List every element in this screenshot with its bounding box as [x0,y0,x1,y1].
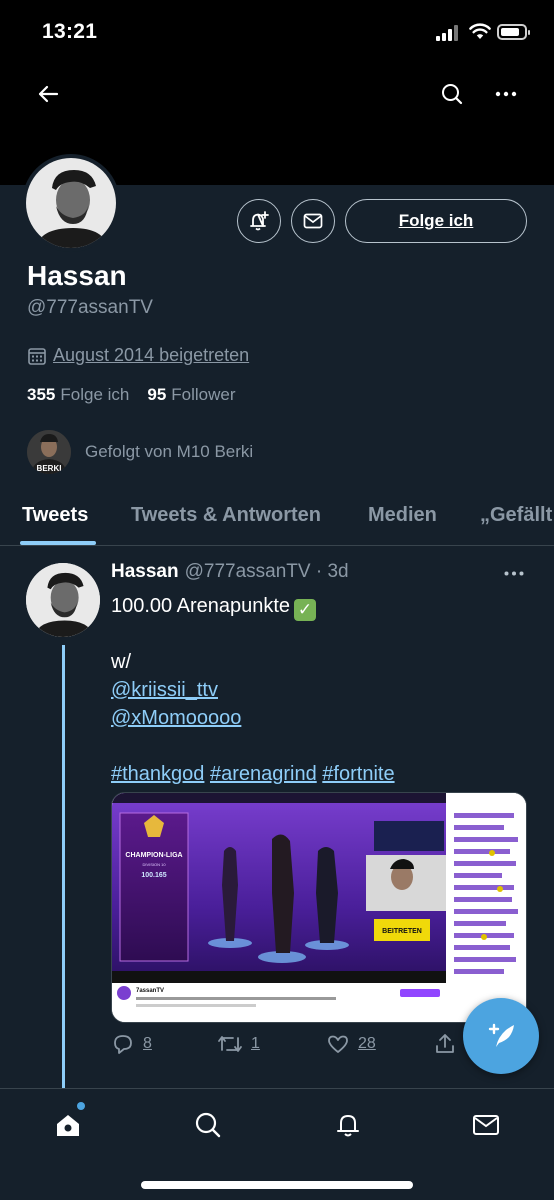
svg-text:100.165: 100.165 [141,872,166,879]
mail-icon [473,1115,499,1135]
hashtag-link[interactable]: #arenagrind [210,763,317,785]
search-icon [195,1112,221,1138]
tweet-author-handle[interactable]: @777assanTV [185,561,311,582]
check-mark-icon: ✓ [294,599,317,621]
follow-counts: 355 Folge ich 95 Follower [27,385,236,405]
share-button[interactable] [433,1032,457,1056]
tweet-author-name[interactable]: Hassan [111,561,179,582]
joined-date-text: August 2014 beigetreten [53,345,250,365]
followed-by-text: Gefolgt von M10 Berki [85,442,254,461]
profile-tabs: Tweets Tweets & Antworten Medien „Gefäll… [0,490,554,546]
share-icon [436,1034,454,1053]
status-time: 13:21 [42,20,98,43]
svg-text:DIVISION 10: DIVISION 10 [142,862,166,867]
tweet-text: 100.00 Arenapunkte ✓ w/ @kriissii_ttv @xM… [111,592,531,788]
svg-text:BERKI: BERKI [37,464,62,473]
nav-messages[interactable] [464,1103,508,1147]
active-tab-indicator [20,541,96,545]
home-icon [57,1115,79,1136]
mail-icon [303,213,323,229]
more-icon [504,571,524,575]
wifi-icon [469,22,491,40]
tweet-line-1: 100.00 Arenapunkte [111,595,291,617]
like-button[interactable]: 28 [326,1032,376,1056]
nav-search[interactable] [186,1103,230,1147]
cellular-signal-icon [436,25,458,41]
profile-display-name: Hassan [27,260,127,291]
hashtag-link[interactable]: #fortnite [322,763,394,785]
followed-by[interactable]: BERKI Gefolgt von M10 Berki [27,430,253,474]
tweet-header: Hassan @777assanTV · 3d [111,561,349,583]
retweet-count: 1 [251,1035,260,1052]
svg-text:BEITRETEN: BEITRETEN [382,928,422,935]
back-button[interactable] [26,72,70,116]
reply-count: 8 [143,1035,152,1052]
new-content-indicator [77,1102,85,1110]
notifications-icon [337,1115,359,1137]
search-button[interactable] [430,72,474,116]
svg-text:CHAMPION-LIGA: CHAMPION-LIGA [125,852,182,859]
follow-button[interactable]: Folge ich [345,199,527,243]
retweet-icon [218,1036,242,1052]
tab-likes[interactable]: „Gefällt [480,504,552,527]
hashtag-link[interactable]: #thankgod [111,763,204,785]
tab-media[interactable]: Medien [368,504,437,527]
joined-date: August 2014 beigetreten [27,345,249,366]
tweet-more-button[interactable] [496,558,532,588]
compose-icon [488,1023,514,1047]
home-indicator [141,1181,413,1189]
tweet-time: · 3d [315,561,349,582]
more-icon [495,91,517,97]
back-arrow-icon [38,85,59,103]
mention-link[interactable]: @kriissii_ttv [111,679,218,701]
profile-handle: @777assanTV [27,297,153,318]
calendar-icon [28,347,46,365]
message-button[interactable] [291,199,335,243]
like-count: 28 [358,1035,376,1052]
like-icon [328,1035,348,1053]
reply-button[interactable]: 8 [111,1032,152,1056]
more-options-button[interactable] [484,72,528,116]
retweet-button[interactable]: 1 [217,1032,260,1056]
tweet-line-2: w/ [111,651,131,673]
bell-plus-icon [250,211,269,231]
compose-tweet-button[interactable] [463,998,539,1074]
search-icon [442,84,463,105]
profile-avatar[interactable] [22,154,120,252]
tab-tweets[interactable]: Tweets [22,504,88,527]
reply-icon [114,1035,132,1054]
tab-tweets-and-replies[interactable]: Tweets & Antworten [131,504,321,527]
nav-notifications[interactable] [326,1103,370,1147]
tweet-media-image[interactable]: CHAMPION-LIGA DIVISION 10 100.165 BEITRE… [111,792,527,1023]
followers-link[interactable]: 95 Follower [147,385,235,405]
tweet-author-avatar[interactable] [26,563,100,637]
follower-avatar: BERKI [27,430,71,474]
mention-link[interactable]: @xMomooooo [111,707,241,729]
thread-line [62,645,65,1090]
notifications-subscribe-button[interactable] [237,199,281,243]
svg-text:7assanTV: 7assanTV [136,988,164,994]
battery-icon [497,24,530,40]
nav-home[interactable] [46,1103,90,1147]
following-link[interactable]: 355 Folge ich [27,385,129,405]
